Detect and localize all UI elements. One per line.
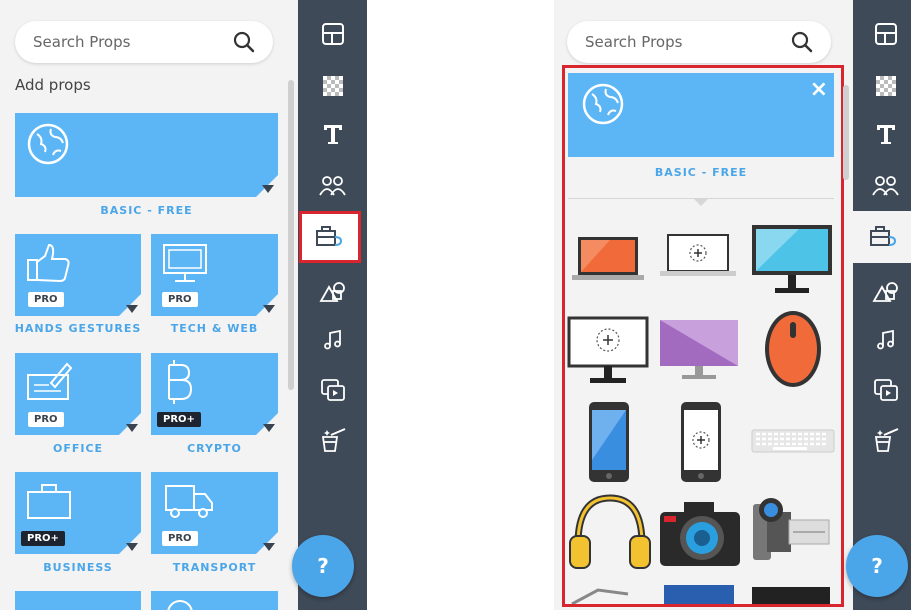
pro-badge: PRO [28, 412, 64, 427]
monitor-purple-item[interactable] [658, 318, 740, 382]
props-panel-right: Search Props × BASIC - FREE [554, 0, 853, 610]
monitor-cyan-item[interactable] [749, 222, 835, 296]
category-card-partial[interactable] [15, 591, 141, 610]
category-card-crypto[interactable]: PRO+ [151, 353, 278, 435]
pro-badge: PRO [162, 292, 198, 307]
phone-placeholder-item[interactable] [679, 400, 723, 484]
props-icon[interactable] [866, 218, 902, 254]
mouse-item[interactable] [762, 308, 824, 390]
category-label-hands-gestures: HANDS GESTURES [14, 322, 142, 335]
tool-sidebar-right [853, 0, 911, 610]
divider-pointer [693, 198, 709, 206]
tool-sidebar-left [298, 0, 367, 610]
category-card-transport[interactable]: PRO [151, 472, 278, 554]
add-props-heading: Add props [15, 76, 91, 94]
globe-icon [27, 123, 69, 165]
shapes-icon[interactable] [868, 274, 904, 310]
text-icon[interactable] [868, 116, 904, 152]
magic-icon[interactable] [315, 422, 351, 458]
truck-icon [165, 485, 213, 518]
pro-plus-badge: PRO+ [157, 412, 201, 427]
search-icon[interactable] [233, 31, 255, 53]
globe-icon [582, 83, 624, 125]
music-icon[interactable] [315, 322, 351, 358]
layout-icon[interactable] [315, 16, 351, 52]
pro-badge: PRO [28, 292, 64, 307]
chevron-down-icon[interactable] [263, 543, 275, 551]
close-icon[interactable]: × [810, 77, 828, 102]
category-label-office: OFFICE [52, 442, 104, 455]
chevron-down-icon[interactable] [126, 305, 138, 313]
headphones-item[interactable] [568, 492, 652, 572]
pro-plus-badge: PRO+ [21, 531, 65, 546]
category-card-tech-web[interactable]: PRO [151, 234, 278, 316]
chevron-down-icon[interactable] [263, 305, 275, 313]
chevron-down-icon[interactable] [126, 424, 138, 432]
props-panel-left: Search Props Add props BASIC - FREE PRO … [0, 0, 298, 610]
category-card-hands-gestures[interactable]: PRO [15, 234, 141, 316]
category-label-business: BUSINESS [43, 561, 113, 574]
shapes-icon[interactable] [315, 274, 351, 310]
category-label-crypto: CRYPTO [187, 442, 242, 455]
partial-item[interactable] [664, 585, 734, 604]
video-camera-item[interactable] [749, 494, 833, 568]
search-input[interactable]: Search Props [15, 21, 273, 63]
basic-free-card[interactable] [15, 113, 278, 197]
keyboard-item[interactable] [751, 428, 835, 454]
layout-icon[interactable] [868, 16, 904, 52]
music-icon[interactable] [868, 322, 904, 358]
bitcoin-icon [168, 360, 193, 404]
laptop-orange-item[interactable] [570, 233, 646, 283]
basic-free-label: BASIC - FREE [654, 166, 748, 179]
chevron-down-icon[interactable] [263, 424, 275, 432]
basic-free-card[interactable]: × [568, 73, 834, 157]
search-input[interactable]: Search Props [567, 21, 831, 63]
props-icon[interactable] [312, 218, 348, 254]
thumbs-up-icon [27, 243, 70, 283]
category-label-transport: TRANSPORT [172, 561, 257, 574]
category-card-partial[interactable] [151, 591, 278, 610]
scrollbar[interactable] [843, 85, 849, 180]
category-card-business[interactable]: PRO+ [15, 472, 141, 554]
texture-icon[interactable] [868, 68, 904, 104]
category-card-office[interactable]: PRO [15, 353, 141, 435]
characters-icon[interactable] [315, 168, 351, 204]
circle-icon [167, 600, 193, 610]
chevron-down-icon[interactable] [262, 185, 274, 193]
partial-item[interactable] [568, 584, 648, 606]
basic-free-label: BASIC - FREE [100, 204, 193, 217]
help-button[interactable]: ? [846, 535, 908, 597]
characters-icon[interactable] [868, 168, 904, 204]
pro-badge: PRO [162, 531, 198, 546]
camera-item[interactable] [658, 500, 742, 568]
chevron-down-icon[interactable] [126, 543, 138, 551]
monitor-icon [163, 244, 207, 282]
laptop-placeholder-item[interactable] [658, 232, 738, 280]
media-icon[interactable] [868, 372, 904, 408]
briefcase-icon [27, 484, 71, 519]
monitor-placeholder-item[interactable] [566, 315, 650, 387]
search-placeholder: Search Props [585, 33, 683, 51]
phone-blue-item[interactable] [587, 400, 631, 484]
media-icon[interactable] [315, 372, 351, 408]
magic-icon[interactable] [868, 422, 904, 458]
search-icon[interactable] [791, 31, 813, 53]
check-pen-icon [27, 362, 73, 400]
search-placeholder: Search Props [33, 33, 131, 51]
partial-item[interactable] [752, 587, 830, 604]
category-label-tech-web: TECH & WEB [170, 322, 259, 335]
scrollbar[interactable] [288, 80, 294, 390]
texture-icon[interactable] [315, 68, 351, 104]
text-icon[interactable] [315, 116, 351, 152]
help-button[interactable]: ? [292, 535, 354, 597]
